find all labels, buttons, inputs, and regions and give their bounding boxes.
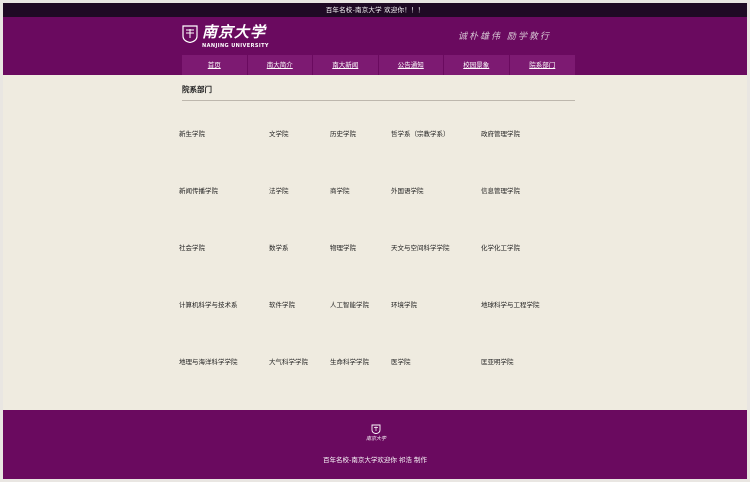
university-motto: 诚朴雄伟 励学敦行 [458,32,551,42]
dept-link[interactable]: 新生学院 [179,128,205,138]
section-title: 院系部门 [182,85,212,94]
dept-link[interactable]: 政府管理学院 [481,128,520,138]
nav-campus[interactable]: 校园景象 [444,55,510,75]
dept-link[interactable]: 化学化工学院 [481,242,520,252]
dept-link[interactable]: 信息管理学院 [481,185,520,195]
nav-about[interactable]: 南大简介 [247,55,313,75]
dept-link[interactable]: 地球科学与工程学院 [481,299,540,309]
logo-chinese-name: 南京大学 [202,23,267,41]
dept-link[interactable]: 哲学系（宗教学系） [391,128,450,138]
dept-link[interactable]: 医学院 [391,356,411,366]
dept-link[interactable]: 地理与海洋科学学院 [179,356,238,366]
dept-link[interactable]: 社会学院 [179,242,205,252]
nav-news[interactable]: 南大新闻 [313,55,379,75]
dept-link[interactable]: 商学院 [330,185,350,195]
dept-link[interactable]: 数学系 [269,242,289,252]
main-nav: 首页 南大简介 南大新闻 公告通知 校园景象 院系部门 [182,55,575,75]
dept-link[interactable]: 生命科学学院 [330,356,369,366]
welcome-text: 百年名校-南京大学 欢迎你！！！ [325,6,425,14]
dept-link[interactable]: 匡亚明学院 [481,356,514,366]
dept-link[interactable]: 计算机科学与技术系 [179,299,238,309]
dept-link[interactable]: 天文与空间科学学院 [391,242,450,252]
section-divider [182,100,575,101]
footer-logo: 南京大学 [365,424,387,442]
dept-link[interactable]: 环境学院 [391,299,417,309]
page-frame: 百年名校-南京大学 欢迎你！！！ 南京大学 NANJING UNIVERSITY… [3,3,747,479]
site-header: 南京大学 NANJING UNIVERSITY 诚朴雄伟 励学敦行 首页 南大简… [3,17,747,75]
university-logo[interactable]: 南京大学 NANJING UNIVERSITY [182,23,282,57]
site-footer: 南京大学 百年名校-南京大学欢迎你 祁浩 制作 [3,410,747,479]
dept-link[interactable]: 人工智能学院 [330,299,369,309]
dept-link[interactable]: 大气科学学院 [269,356,308,366]
university-seal-icon [371,424,381,434]
welcome-bar: 百年名校-南京大学 欢迎你！！！ [3,3,747,17]
footer-credit: 百年名校-南京大学欢迎你 祁浩 制作 [323,456,427,464]
footer-logo-text: 南京大学 [365,436,386,442]
dept-link[interactable]: 法学院 [269,185,289,195]
dept-link[interactable]: 历史学院 [330,128,356,138]
dept-link[interactable]: 软件学院 [269,299,295,309]
nav-home[interactable]: 首页 [182,55,248,75]
university-seal-icon [182,25,198,43]
dept-link[interactable]: 新闻传播学院 [179,185,218,195]
dept-link[interactable]: 文学院 [269,128,289,138]
dept-link[interactable]: 外国语学院 [391,185,424,195]
dept-link[interactable]: 物理学院 [330,242,356,252]
nav-departments[interactable]: 院系部门 [509,55,575,75]
nav-notices[interactable]: 公告通知 [378,55,444,75]
logo-english-name: NANJING UNIVERSITY [202,43,269,49]
